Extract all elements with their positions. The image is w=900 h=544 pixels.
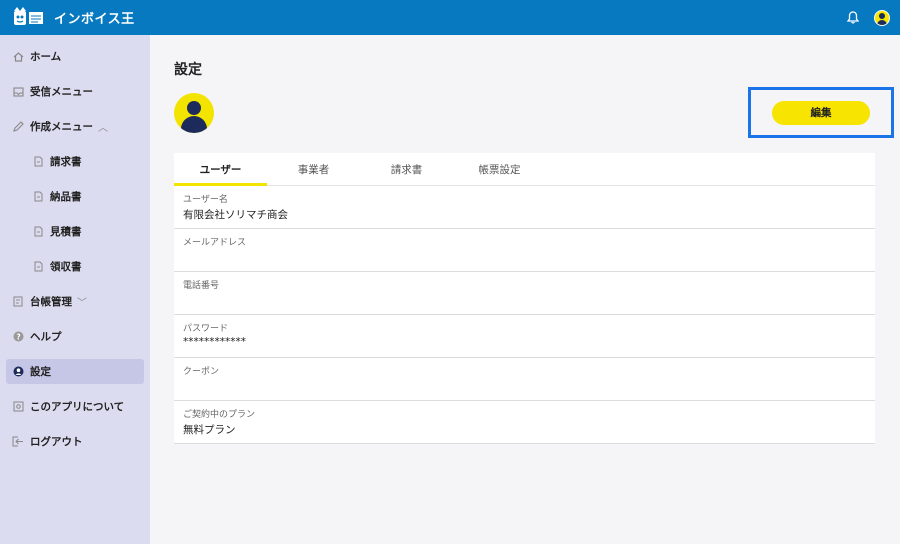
sidebar-item-label: ヘルプ — [30, 331, 62, 343]
user-avatar-icon[interactable] — [874, 9, 890, 26]
page-title: 設定 — [174, 62, 202, 78]
top-bar: インボイス王 — [0, 0, 900, 35]
sidebar-item-settings[interactable]: 設定 — [6, 359, 144, 384]
field-label: ご契約中のプラン — [183, 410, 256, 420]
settings-card: ユーザー 事業者 請求書 帳票設定 ユーザー名 有限会社ソリマチ商会 メールアド… — [174, 153, 875, 444]
sidebar-item-inbox[interactable]: 受信メニュー — [0, 74, 150, 109]
sidebar-item-label: 領収書 — [50, 261, 82, 273]
field-email: メールアドレス — [174, 229, 875, 272]
home-icon — [12, 51, 24, 63]
tab-user[interactable]: ユーザー — [174, 153, 267, 186]
logo-mark-icon — [12, 6, 46, 29]
sidebar-item-label: ホーム — [30, 51, 62, 63]
logout-icon — [12, 436, 24, 448]
sidebar-item-home[interactable]: ホーム — [0, 39, 150, 74]
field-password: パスワード ************ — [174, 315, 875, 358]
inbox-icon — [12, 86, 24, 98]
document-icon — [32, 261, 44, 273]
sidebar-item-label: ログアウト — [30, 436, 83, 448]
sidebar-item-delivery[interactable]: 納品書 — [0, 179, 150, 214]
sidebar-item-receipt[interactable]: 領収書 — [0, 249, 150, 284]
tab-business[interactable]: 事業者 — [267, 153, 360, 185]
info-icon — [12, 401, 24, 413]
field-plan: ご契約中のプラン 無料プラン — [174, 401, 875, 444]
sidebar: ホーム 受信メニュー 作成メニュー ︿ 請求書 納品書 見積書 領収書 台帳管理… — [0, 35, 150, 544]
field-label: パスワード — [183, 324, 229, 334]
tab-form-settings[interactable]: 帳票設定 — [453, 153, 546, 185]
ledger-icon — [12, 296, 24, 308]
svg-text:?: ? — [16, 332, 20, 341]
chevron-up-icon: ︿ — [98, 123, 108, 134]
main-content: 設定 編集 ユーザー 事業者 請求書 帳票設定 ユーザー名 有限会社ソリマチ商会… — [150, 35, 900, 544]
sidebar-item-ledger[interactable]: 台帳管理 ﹀ — [0, 284, 150, 319]
field-label: ユーザー名 — [183, 195, 228, 205]
sidebar-item-label: このアプリについて — [30, 401, 125, 413]
field-username: ユーザー名 有限会社ソリマチ商会 — [174, 186, 875, 229]
help-icon: ? — [12, 331, 24, 343]
field-label: メールアドレス — [183, 238, 247, 248]
tab-invoice[interactable]: 請求書 — [360, 153, 453, 185]
sidebar-item-label: 設定 — [30, 366, 51, 378]
sidebar-item-logout[interactable]: ログアウト — [0, 424, 150, 459]
sidebar-item-estimate[interactable]: 見積書 — [0, 214, 150, 249]
bell-icon[interactable] — [846, 11, 860, 25]
document-icon — [32, 156, 44, 168]
field-label: 電話番号 — [183, 281, 220, 291]
field-value: ************ — [183, 336, 246, 348]
document-icon — [32, 226, 44, 238]
field-label: クーポン — [183, 367, 220, 377]
sidebar-item-label: 台帳管理 — [30, 296, 72, 308]
field-phone: 電話番号 — [174, 272, 875, 315]
sidebar-item-label: 作成メニュー — [30, 121, 93, 133]
edit-button[interactable]: 編集 — [772, 100, 870, 125]
app-name: インボイス王 — [54, 12, 135, 27]
sidebar-item-label: 見積書 — [50, 226, 82, 238]
field-value: 有限会社ソリマチ商会 — [183, 209, 288, 221]
sidebar-item-label: 請求書 — [50, 156, 82, 168]
settings-tabs: ユーザー 事業者 請求書 帳票設定 — [174, 153, 875, 186]
sidebar-item-label: 納品書 — [50, 191, 82, 203]
document-icon — [32, 191, 44, 203]
chevron-down-icon: ﹀ — [77, 298, 87, 309]
field-value: 無料プラン — [183, 424, 236, 436]
profile-avatar-icon — [174, 93, 214, 133]
pencil-icon — [12, 121, 24, 133]
app-logo[interactable]: インボイス王 — [12, 6, 135, 29]
sidebar-item-invoice[interactable]: 請求書 — [0, 144, 150, 179]
sidebar-item-label: 受信メニュー — [30, 86, 93, 98]
sidebar-item-about[interactable]: このアプリについて — [0, 389, 150, 424]
field-coupon: クーポン — [174, 358, 875, 401]
edit-button-highlight: 編集 — [748, 87, 894, 138]
sidebar-item-create[interactable]: 作成メニュー ︿ — [0, 109, 150, 144]
sidebar-item-help[interactable]: ? ヘルプ — [0, 319, 150, 354]
user-circle-icon — [12, 366, 24, 378]
